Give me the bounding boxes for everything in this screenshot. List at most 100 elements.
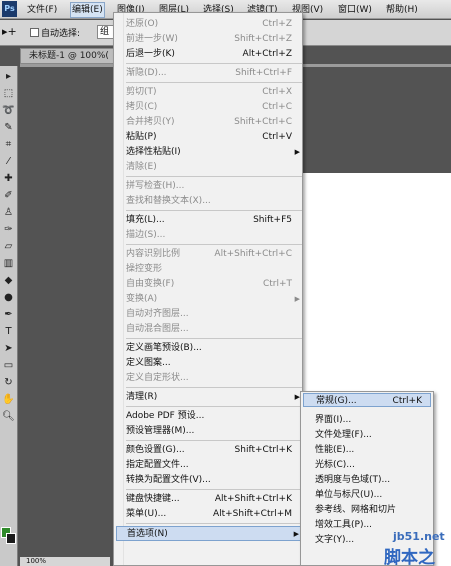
edit-menu-dropdown: 还原(O) Ctrl+Z 前进一步(W) Shift+Ctrl+Z 后退一步(K) Alt… <box>113 12 303 566</box>
3d-rotate-tool-icon[interactable]: ↻ <box>1 376 16 389</box>
menu-item-shortcut: Shift+Ctrl+F <box>235 68 292 78</box>
zoom-status[interactable]: 100% <box>20 557 110 566</box>
edit-menu-item[interactable]: 清理(R) ▶ <box>126 390 302 405</box>
preferences-submenu-item[interactable]: 性能(E)... <box>315 443 433 457</box>
submenu-item-label: 文件处理(F)... <box>315 430 372 440</box>
menu-item-label: 选择性粘贴(I) <box>126 147 181 157</box>
menu-item-shortcut: Shift+F5 <box>253 215 292 225</box>
menu-item-label: 渐隐(D)... <box>126 68 167 78</box>
menu-item-label: 自由变换(F) <box>126 279 175 289</box>
edit-menu-item[interactable]: 键盘快捷键... Alt+Shift+Ctrl+K <box>126 492 302 507</box>
edit-menu-item[interactable]: 渐隐(D)... Shift+Ctrl+F <box>126 66 302 81</box>
dodge-tool-icon[interactable]: ● <box>1 291 16 304</box>
menubar-item[interactable]: 窗口(W) <box>338 3 372 17</box>
menubar-item[interactable]: 文件(F) <box>27 3 57 17</box>
submenu-arrow-icon: ▶ <box>294 295 300 303</box>
menu-item-shortcut: Ctrl+C <box>262 102 292 112</box>
edit-menu-item[interactable]: 变换(A) ▶ <box>126 292 302 307</box>
hand-tool-icon[interactable]: ✋ <box>1 393 16 406</box>
marquee-tool-icon[interactable]: ⬚ <box>1 87 16 100</box>
eraser-tool-icon[interactable]: ▱ <box>1 240 16 253</box>
edit-menu-item[interactable]: 首选项(N) ▶ <box>116 526 302 541</box>
menu-item-shortcut: Ctrl+V <box>262 132 292 142</box>
edit-menu-item[interactable]: 指定配置文件... <box>126 458 302 473</box>
edit-menu-item[interactable]: 操控变形 <box>126 262 302 277</box>
preferences-submenu-item[interactable]: 单位与标尺(U)... <box>315 488 433 502</box>
menu-separator <box>126 82 302 83</box>
shape-tool-icon[interactable]: ▭ <box>1 359 16 372</box>
edit-menu-item[interactable]: 自由变换(F) Ctrl+T <box>126 277 302 292</box>
edit-menu-item[interactable]: 拷贝(C) Ctrl+C <box>126 100 302 115</box>
preferences-submenu-item[interactable]: 常规(G)... Ctrl+K <box>303 393 431 407</box>
edit-menu-item[interactable]: 预设管理器(M)... <box>126 424 302 439</box>
eyedropper-tool-icon[interactable]: ⁄ <box>1 155 16 168</box>
preferences-submenu-item[interactable]: 透明度与色域(T)... <box>315 473 433 487</box>
submenu-arrow-icon: ▶ <box>294 148 300 156</box>
edit-menu-item[interactable]: 自动混合图层... <box>126 322 302 337</box>
edit-menu-item[interactable]: 定义自定形状... <box>126 371 302 386</box>
menu-item-label: 自动混合图层... <box>126 324 189 334</box>
edit-menu-item[interactable]: 合并拷贝(Y) Shift+Ctrl+C <box>126 115 302 130</box>
menu-item-label: 粘贴(P) <box>126 132 157 142</box>
background-color-swatch[interactable] <box>6 533 16 544</box>
edit-menu-item[interactable]: 自动对齐图层... <box>126 307 302 322</box>
edit-menu-item[interactable]: 还原(O) Ctrl+Z <box>126 17 302 32</box>
history-brush-tool-icon[interactable]: ✑ <box>1 223 16 236</box>
edit-menu-item[interactable]: 定义图案... <box>126 356 302 371</box>
edit-menu-item[interactable]: 清除(E) <box>126 160 302 175</box>
menubar-item[interactable]: 编辑(E) <box>70 2 105 18</box>
edit-menu-item[interactable]: 填充(L)... Shift+F5 <box>126 213 302 228</box>
edit-menu-item[interactable]: 菜单(U)... Alt+Shift+Ctrl+M <box>126 507 302 522</box>
submenu-item-label: 单位与标尺(U)... <box>315 490 383 500</box>
pen-tool-icon[interactable]: ✒ <box>1 308 16 321</box>
edit-menu-item[interactable]: 后退一步(K) Alt+Ctrl+Z <box>126 47 302 62</box>
path-select-tool-icon[interactable]: ➤ <box>1 342 16 355</box>
preferences-submenu-item[interactable]: 参考线、网格和切片 <box>315 503 433 517</box>
submenu-item-label: 常规(G)... <box>316 396 357 406</box>
preferences-submenu-item[interactable]: 光标(C)... <box>315 458 433 472</box>
gradient-tool-icon[interactable]: ▥ <box>1 257 16 270</box>
move-tool-icon[interactable]: ▸ <box>1 70 16 83</box>
menu-separator <box>126 440 302 441</box>
document-tab[interactable]: 未标题-1 @ 100%( <box>20 48 120 64</box>
lasso-tool-icon[interactable]: ➰ <box>1 104 16 117</box>
edit-menu-item[interactable]: 前进一步(W) Shift+Ctrl+Z <box>126 32 302 47</box>
edit-menu-item[interactable]: 拼写检查(H)... <box>126 179 302 194</box>
menu-separator <box>126 244 302 245</box>
edit-menu-item[interactable]: 定义画笔预设(B)... <box>126 341 302 356</box>
menu-item-label: 变换(A) <box>126 294 158 304</box>
type-tool-icon[interactable]: T <box>1 325 16 338</box>
submenu-arrow-icon: ▶ <box>293 530 299 538</box>
menu-item-label: 内容识别比例 <box>126 249 181 259</box>
clone-stamp-tool-icon[interactable]: ♙ <box>1 206 16 219</box>
preferences-submenu-item[interactable]: 界面(I)... <box>315 413 433 427</box>
menu-item-label: 颜色设置(G)... <box>126 445 185 455</box>
menu-item-shortcut: Shift+Ctrl+K <box>234 445 292 455</box>
edit-menu-item[interactable]: 内容识别比例 Alt+Shift+Ctrl+C <box>126 247 302 262</box>
menu-item-label: 拼写检查(H)... <box>126 181 185 191</box>
edit-menu-item[interactable]: 颜色设置(G)... Shift+Ctrl+K <box>126 443 302 458</box>
edit-menu-item[interactable]: 查找和替换文本(X)... <box>126 194 302 209</box>
auto-select-checkbox[interactable] <box>30 28 39 37</box>
healing-brush-tool-icon[interactable]: ✚ <box>1 172 16 185</box>
edit-menu-item[interactable]: 描边(S)... <box>126 228 302 243</box>
edit-menu-item[interactable]: 选择性粘贴(I) ▶ <box>126 145 302 160</box>
edit-menu-item[interactable]: 转换为配置文件(V)... <box>126 473 302 488</box>
edit-menu-item[interactable]: Adobe PDF 预设... <box>126 409 302 424</box>
menu-separator <box>126 63 302 64</box>
edit-menu-item[interactable]: 粘贴(P) Ctrl+V <box>126 130 302 145</box>
crop-tool-icon[interactable]: ⌗ <box>1 138 16 151</box>
menu-item-label: 还原(O) <box>126 19 159 29</box>
menu-item-label: 清除(E) <box>126 162 157 172</box>
menubar-item[interactable]: 帮助(H) <box>386 3 418 17</box>
preferences-submenu-item[interactable]: 文件处理(F)... <box>315 428 433 442</box>
blur-tool-icon[interactable]: ◆ <box>1 274 16 287</box>
menu-item-label: 转换为配置文件(V)... <box>126 475 211 485</box>
move-tool-icon[interactable]: ▸+ <box>2 25 17 38</box>
edit-menu-item[interactable]: 剪切(T) Ctrl+X <box>126 85 302 100</box>
submenu-item-label: 透明度与色域(T)... <box>315 475 391 485</box>
zoom-tool-icon[interactable]: 🔍︎ <box>1 410 16 423</box>
brush-tool-icon[interactable]: ✐ <box>1 189 16 202</box>
quick-select-tool-icon[interactable]: ✎ <box>1 121 16 134</box>
menu-item-label: Adobe PDF 预设... <box>126 411 205 421</box>
